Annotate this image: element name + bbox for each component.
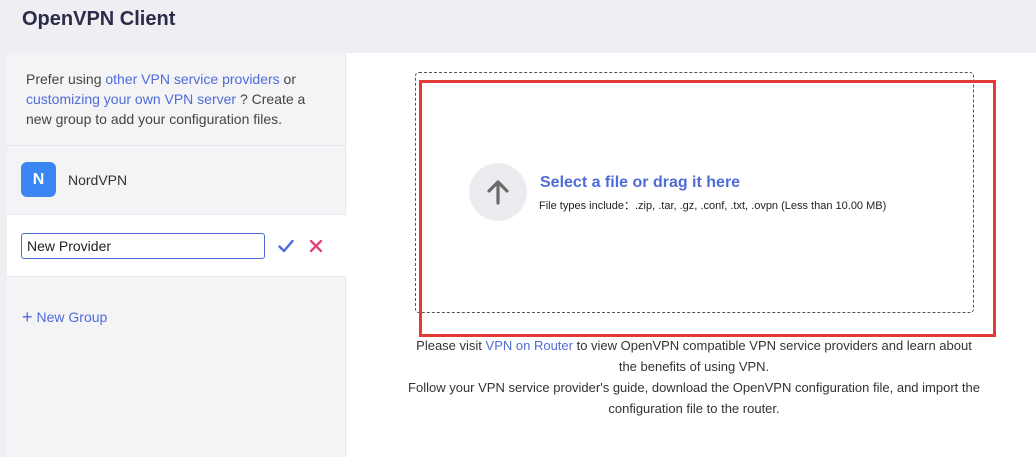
help-text: Please visit VPN on Router to view OpenV… xyxy=(406,335,982,419)
provider-item-nordvpn[interactable]: N NordVPN xyxy=(7,146,346,214)
intro-prefix: Prefer using xyxy=(26,71,106,87)
provider-avatar: N xyxy=(21,162,56,197)
intro-mid: or xyxy=(279,71,297,87)
new-provider-edit-row xyxy=(7,214,346,277)
upload-button[interactable] xyxy=(469,163,527,221)
custom-server-link[interactable]: customizing your own VPN server xyxy=(26,91,236,107)
confirm-button[interactable] xyxy=(275,235,297,257)
help-p1-prefix: Please visit xyxy=(416,338,486,353)
arrow-up-icon xyxy=(487,180,509,205)
cancel-button[interactable] xyxy=(305,235,327,257)
help-p1-suffix: to view OpenVPN compatible VPN service p… xyxy=(572,338,972,374)
main-panel: Select a file or drag it here File types… xyxy=(346,53,1036,457)
page-title: OpenVPN Client xyxy=(22,8,176,30)
other-providers-link[interactable]: other VPN service providers xyxy=(105,71,279,87)
sidebar: Prefer using other VPN service providers… xyxy=(7,53,346,457)
dropzone-file-types: File types include：.zip, .tar, .gz, .con… xyxy=(539,200,887,212)
vpn-on-router-link[interactable]: VPN on Router xyxy=(486,338,573,353)
provider-name: NordVPN xyxy=(68,172,128,188)
new-group-label: New Group xyxy=(36,309,108,325)
provider-name-input[interactable] xyxy=(21,233,265,259)
help-paragraph-2: Follow your VPN service provider's guide… xyxy=(408,380,980,416)
help-paragraph-1: Please visit VPN on Router to view OpenV… xyxy=(406,335,982,377)
file-dropzone[interactable]: Select a file or drag it here File types… xyxy=(415,72,974,313)
dropzone-title[interactable]: Select a file or drag it here xyxy=(540,174,740,192)
new-group-button[interactable]: + New Group xyxy=(22,307,108,327)
plus-icon: + xyxy=(22,307,33,327)
check-icon xyxy=(278,239,294,253)
close-icon xyxy=(309,239,323,253)
sidebar-intro: Prefer using other VPN service providers… xyxy=(26,69,326,129)
